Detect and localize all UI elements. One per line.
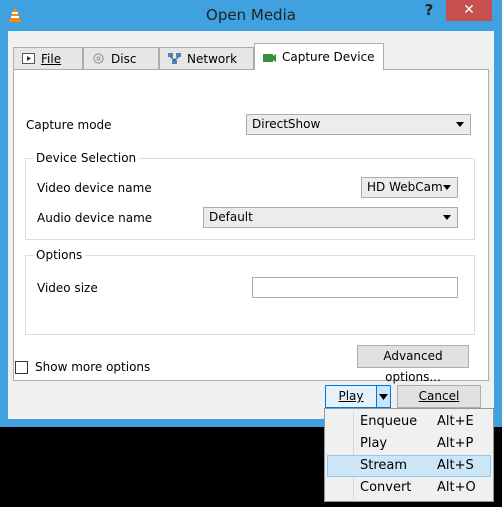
tab-capture-device[interactable]: Capture Device xyxy=(254,43,384,70)
play-button-label: Play xyxy=(338,389,364,403)
capture-device-icon xyxy=(263,53,276,62)
chevron-down-icon xyxy=(379,394,388,400)
menu-item-label: Stream xyxy=(360,458,408,473)
chevron-down-icon xyxy=(443,215,451,220)
menu-item-stream[interactable]: Stream Alt+S xyxy=(327,455,491,477)
capture-device-panel: Capture mode DirectShow Device Selection… xyxy=(13,69,489,384)
device-selection-title: Device Selection xyxy=(33,151,140,165)
menu-item-shortcut: Alt+E xyxy=(437,414,474,429)
network-icon xyxy=(168,53,181,64)
menu-item-label: Enqueue xyxy=(360,414,418,429)
play-dropdown-toggle[interactable] xyxy=(376,385,391,408)
video-size-input[interactable] xyxy=(252,277,458,298)
cancel-button[interactable]: Cancel xyxy=(397,385,481,408)
play-button[interactable]: Play xyxy=(325,385,377,408)
capture-mode-label: Capture mode xyxy=(26,118,112,132)
tab-disc-label: Disc xyxy=(111,51,137,66)
menu-item-label: Play xyxy=(360,436,388,451)
show-more-options-label[interactable]: Show more options xyxy=(35,360,150,374)
menu-item-convert[interactable]: Convert Alt+O xyxy=(327,477,491,499)
options-group: Options Video size xyxy=(25,248,475,335)
capture-mode-select[interactable]: DirectShow xyxy=(246,114,471,135)
menu-item-label: Convert xyxy=(360,480,412,495)
tab-network[interactable]: Network xyxy=(159,47,254,69)
file-icon xyxy=(22,53,35,64)
dialog-client-area: File Disc Network Capture Device Capture… xyxy=(8,31,494,419)
chevron-down-icon xyxy=(456,122,464,127)
help-button[interactable]: ? xyxy=(414,0,444,21)
menu-item-enqueue[interactable]: Enqueue Alt+E xyxy=(327,411,491,433)
tab-file-label: File xyxy=(41,51,62,66)
disc-icon xyxy=(93,53,104,64)
video-size-label: Video size xyxy=(37,281,98,295)
audio-device-value: Default xyxy=(209,210,253,224)
open-media-window: Open Media ? ✕ File Disc Network Capture… xyxy=(0,0,502,427)
device-selection-group: Device Selection Video device name HD We… xyxy=(25,151,475,240)
menu-item-shortcut: Alt+S xyxy=(437,458,474,473)
close-button[interactable]: ✕ xyxy=(446,0,492,21)
tab-network-label: Network xyxy=(187,51,238,66)
options-title: Options xyxy=(33,248,86,262)
title-bar[interactable]: Open Media ? ✕ xyxy=(0,0,502,31)
menu-item-shortcut: Alt+O xyxy=(437,480,476,495)
audio-device-label: Audio device name xyxy=(37,211,153,225)
capture-mode-value: DirectShow xyxy=(252,117,321,131)
audio-device-select[interactable]: Default xyxy=(203,207,458,228)
cancel-button-label: Cancel xyxy=(418,389,460,403)
video-device-value: HD WebCam xyxy=(367,180,443,194)
video-device-label: Video device name xyxy=(37,181,152,195)
advanced-options-button[interactable]: Advanced options... xyxy=(357,345,469,384)
show-more-options-checkbox[interactable] xyxy=(15,361,28,374)
play-dropdown-menu: Enqueue Alt+E Play Alt+P Stream Alt+S Co… xyxy=(324,408,494,502)
menu-item-shortcut: Alt+P xyxy=(437,436,474,451)
tab-capture-device-label: Capture Device xyxy=(282,50,375,64)
close-icon: ✕ xyxy=(463,2,475,18)
menu-item-play[interactable]: Play Alt+P xyxy=(327,433,491,455)
chevron-down-icon xyxy=(443,185,451,190)
tab-file[interactable]: File xyxy=(13,47,83,69)
tab-disc[interactable]: Disc xyxy=(83,47,159,69)
video-device-select[interactable]: HD WebCam xyxy=(361,177,458,198)
